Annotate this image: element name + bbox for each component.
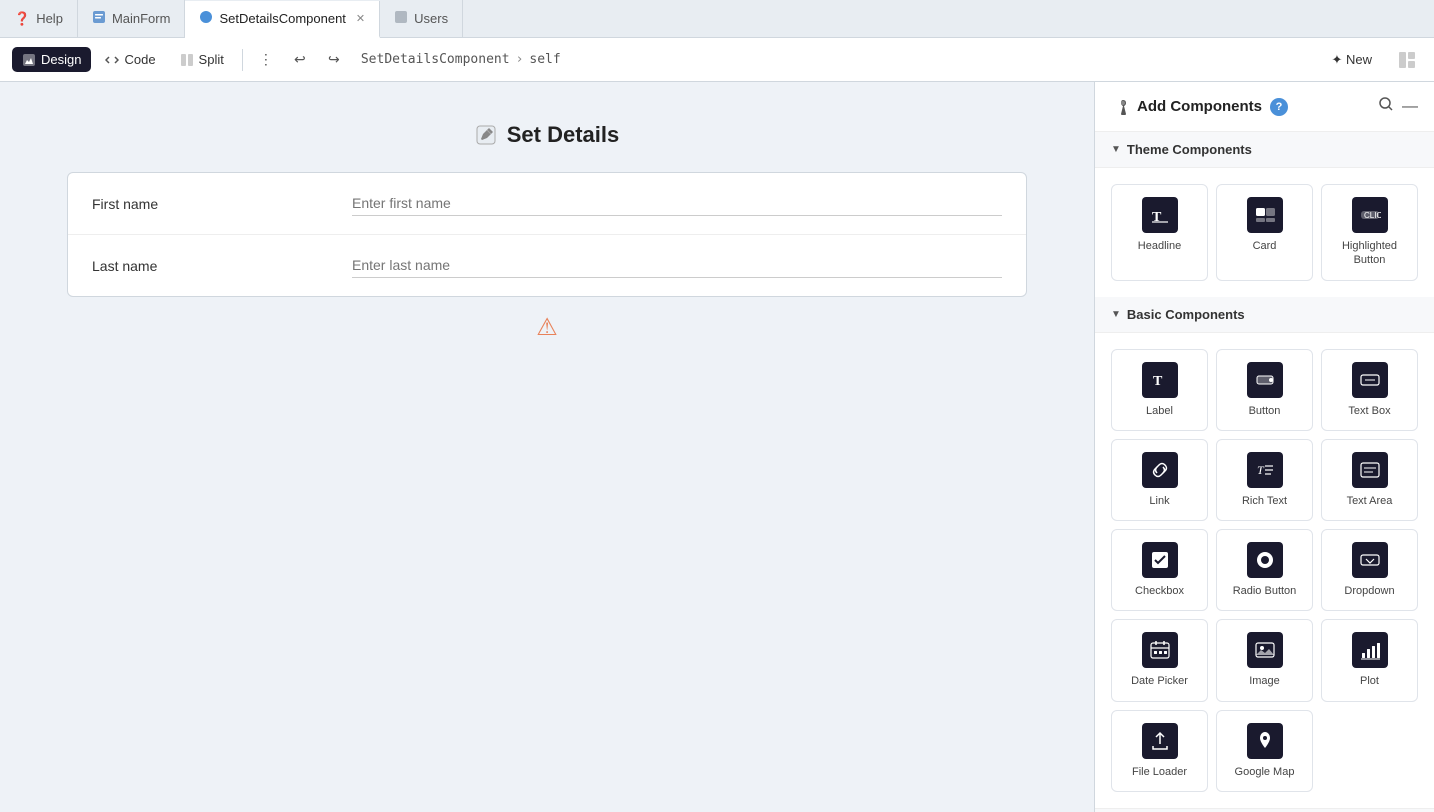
toolbar: Design Code Split ⋮ ↩ ↪ SetDetailsCompon… [0,38,1434,82]
headline-icon: T [1142,197,1178,233]
search-icon [1378,96,1394,112]
component-button[interactable]: Button [1216,349,1313,431]
card-icon [1247,197,1283,233]
svg-text:T: T [1257,463,1265,477]
layout-toggle-button[interactable] [1392,45,1422,75]
svg-text:T: T [1152,210,1162,225]
users-tab-icon [394,10,408,27]
datepicker-icon [1142,632,1178,668]
googlemap-icon [1247,723,1283,759]
form-card: First name Last name [67,172,1027,297]
input-firstname[interactable] [352,191,1002,216]
component-link[interactable]: Link [1111,439,1208,521]
toolbar-divider-1 [242,49,243,71]
svg-text:CLICK: CLICK [1364,211,1381,220]
component-highlighted-button[interactable]: CLICK Highlighted Button [1321,184,1418,281]
component-headline[interactable]: T Headline [1111,184,1208,281]
basic-section-header[interactable]: ▼ Basic Components [1095,297,1434,333]
help-badge[interactable]: ? [1270,98,1288,116]
right-panel: Add Components ? — ▼ Theme Components T … [1094,82,1434,812]
tab-mainform[interactable]: MainForm [78,0,186,37]
search-button[interactable] [1378,96,1394,117]
fileloader-icon [1142,723,1178,759]
help-tab-icon: ❓ [14,11,30,27]
collapse-button[interactable]: — [1402,98,1418,116]
theme-section-header[interactable]: ▼ Theme Components [1095,132,1434,168]
label-firstname: First name [92,196,352,212]
component-textbox[interactable]: Text Box [1321,349,1418,431]
main-area: Set Details First name Last name ⚠ Add C… [0,82,1434,812]
link-icon [1142,452,1178,488]
tab-help[interactable]: ❓ Help [0,0,78,37]
more-options-button[interactable]: ⋮ [251,45,281,75]
button-icon [1247,362,1283,398]
undo-button[interactable]: ↩ [285,45,315,75]
component-checkbox[interactable]: Checkbox [1111,529,1208,611]
toolbar-right: ✦ New [1319,45,1422,75]
label-lastname: Last name [92,258,352,274]
page-title-area: Set Details [475,122,620,148]
dropdown-icon [1352,542,1388,578]
wrench-icon [1111,98,1129,116]
panel-actions: — [1378,96,1418,117]
page-title: Set Details [507,122,620,148]
tab-users[interactable]: Users [380,0,463,37]
component-image[interactable]: Image [1216,619,1313,701]
svg-text:T: T [1153,374,1163,389]
highlighted-button-icon: CLICK [1352,197,1388,233]
checkbox-icon [1142,542,1178,578]
radio-icon [1247,542,1283,578]
canvas: Set Details First name Last name ⚠ [0,82,1094,812]
richtext-icon: T [1247,452,1283,488]
more-section-header[interactable]: ▼ More Components [1095,808,1434,812]
theme-chevron-icon: ▼ [1111,144,1121,155]
component-googlemap[interactable]: Google Map [1216,710,1313,792]
theme-components-grid: T Headline Card CLICK Highlighted Button [1095,168,1434,297]
code-button[interactable]: Code [95,47,165,72]
form-row-firstname: First name [68,173,1026,235]
basic-components-grid: T Label Button Text Box [1095,333,1434,808]
design-button[interactable]: Design [12,47,91,72]
panel-header: Add Components ? — [1095,82,1434,132]
textbox-icon [1352,362,1388,398]
input-lastname[interactable] [352,253,1002,278]
component-textarea[interactable]: Text Area [1321,439,1418,521]
redo-button[interactable]: ↪ [319,45,349,75]
warning-icon: ⚠ [536,313,558,342]
label-icon: T [1142,362,1178,398]
component-fileloader[interactable]: File Loader [1111,710,1208,792]
component-richtext[interactable]: T Rich Text [1216,439,1313,521]
tab-bar: ❓ Help MainForm SetDetailsComponent ✕ Us… [0,0,1434,38]
tab-setdetails[interactable]: SetDetailsComponent ✕ [185,1,380,38]
component-plot[interactable]: Plot [1321,619,1418,701]
new-button[interactable]: ✦ New [1319,47,1384,73]
textarea-icon [1352,452,1388,488]
tab-close-setdetails[interactable]: ✕ [356,12,365,25]
panel-title: Add Components ? [1111,98,1288,116]
basic-chevron-icon: ▼ [1111,309,1121,320]
breadcrumb: SetDetailsComponent › self [361,52,561,67]
component-label[interactable]: T Label [1111,349,1208,431]
plot-icon [1352,632,1388,668]
mainform-tab-icon [92,10,106,27]
setdetails-tab-icon [199,10,213,27]
warning-area: ⚠ [520,297,574,358]
component-card[interactable]: Card [1216,184,1313,281]
image-icon [1247,632,1283,668]
split-button[interactable]: Split [170,47,234,72]
component-radio[interactable]: Radio Button [1216,529,1313,611]
form-row-lastname: Last name [68,235,1026,296]
component-datepicker[interactable]: Date Picker [1111,619,1208,701]
edit-icon [475,124,497,146]
component-dropdown[interactable]: Dropdown [1321,529,1418,611]
